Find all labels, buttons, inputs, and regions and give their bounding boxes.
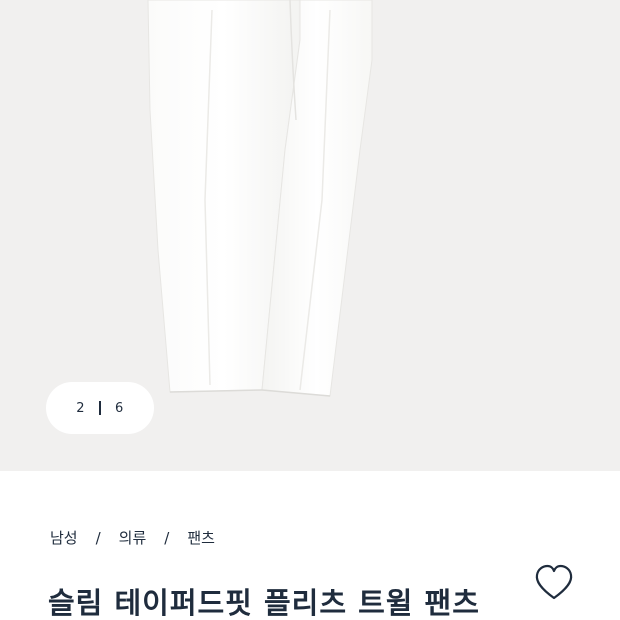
image-counter-total: 6	[115, 400, 124, 416]
breadcrumb: 남성 / 의류 / 팬츠	[50, 527, 215, 548]
product-title: 슬림 테이퍼드핏 플리츠 트윌 팬츠	[48, 586, 480, 620]
breadcrumb-separator: /	[164, 528, 170, 547]
image-counter: 2 6	[46, 382, 154, 434]
breadcrumb-separator: /	[95, 528, 101, 547]
breadcrumb-item-clothing[interactable]: 의류	[119, 527, 147, 548]
image-counter-separator	[99, 401, 101, 415]
wishlist-button[interactable]	[532, 563, 576, 603]
product-detail-page: 2 6 남성 / 의류 / 팬츠 슬림 테이퍼드핏 플리츠 트윌 팬츠	[0, 0, 620, 620]
product-info: 남성 / 의류 / 팬츠 슬림 테이퍼드핏 플리츠 트윌 팬츠	[0, 471, 620, 620]
breadcrumb-item-men[interactable]: 남성	[50, 527, 78, 548]
breadcrumb-item-pants[interactable]: 팬츠	[187, 527, 215, 548]
image-counter-current: 2	[76, 400, 85, 416]
heart-outline-icon	[535, 564, 573, 600]
product-image-gallery[interactable]: 2 6	[0, 0, 620, 471]
